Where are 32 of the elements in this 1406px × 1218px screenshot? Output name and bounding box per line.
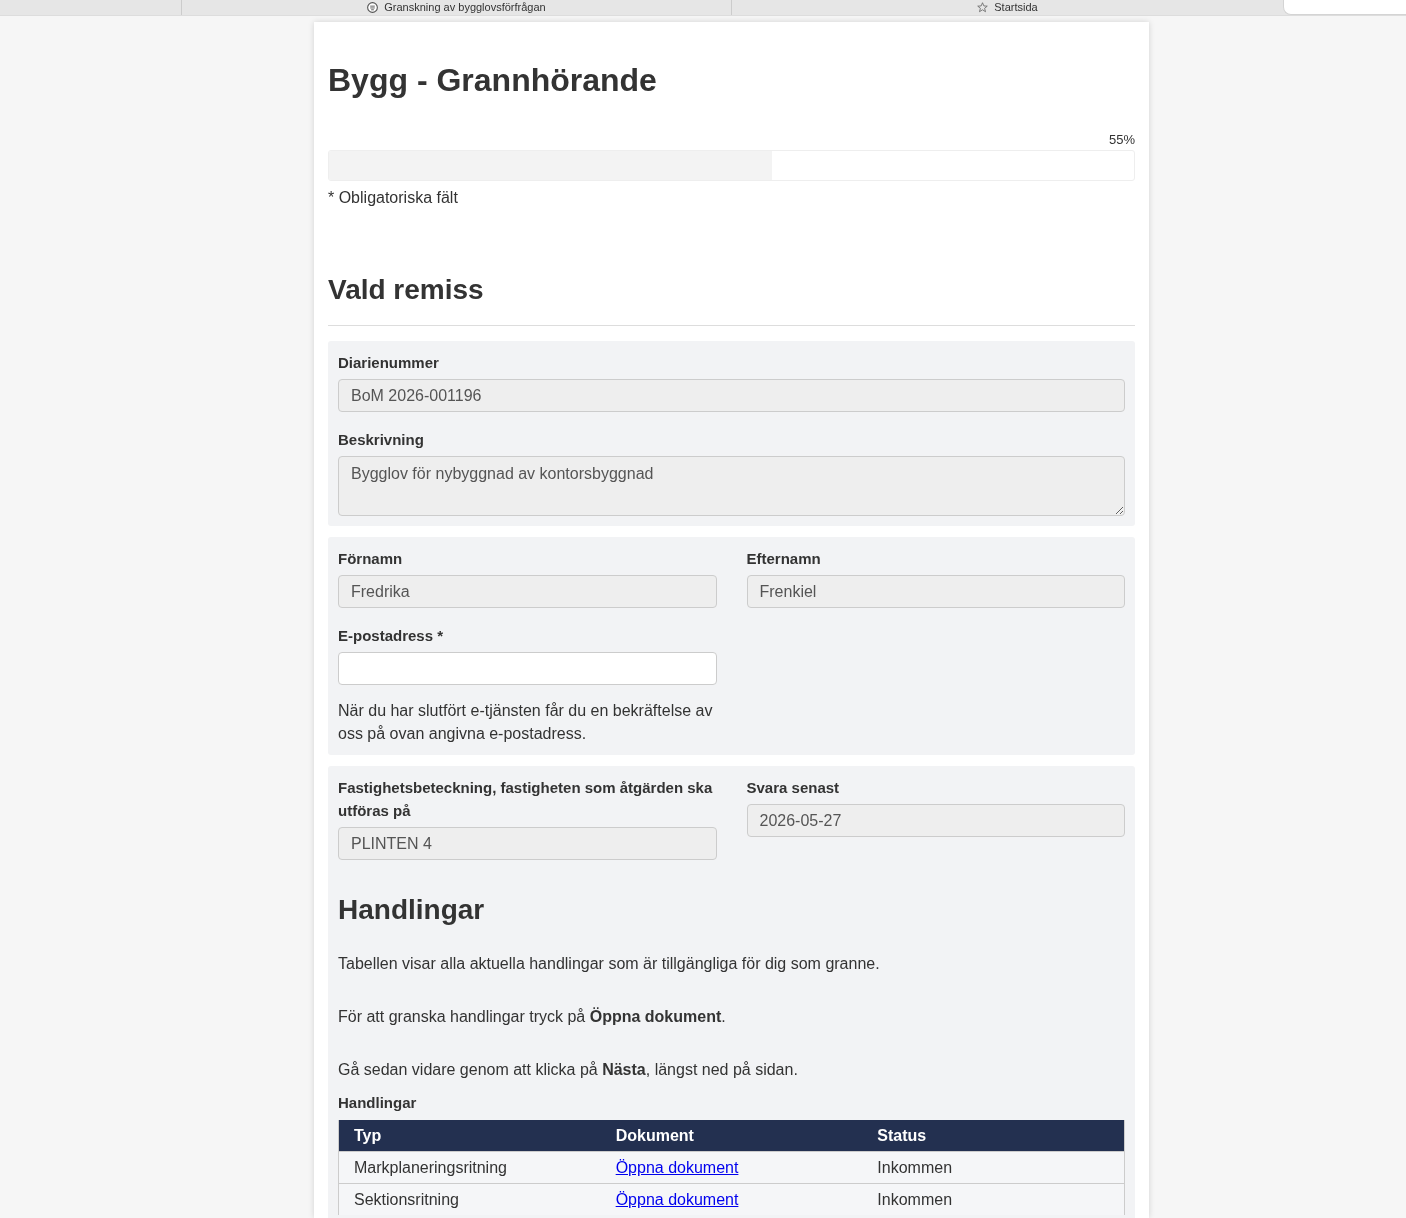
field-label: E-postadress * — [338, 626, 445, 646]
field-label: Svara senast — [746, 778, 841, 798]
info-paragraph: För att granska handlingar tryck på Öppna dokument. — [338, 1006, 727, 1027]
table-cell-text: Inkommen — [876, 1157, 954, 1178]
column-header: Typ — [353, 1125, 383, 1146]
section-title: Vald remiss — [328, 273, 485, 307]
document-link[interactable]: Öppna dokument — [615, 1155, 739, 1180]
browser-tab[interactable]: Granskning av bygglovsförfrågan — [181, 0, 731, 15]
field-label: Efternamn — [746, 549, 822, 569]
required-note: * Obligatoriska fält — [328, 188, 459, 208]
field-label: Fastighetsbeteckning, fastigheten som åtgärden ska utföras på — [338, 778, 714, 821]
table-cell-text: Markplaneringsritning — [353, 1157, 508, 1178]
browser-tab[interactable] — [1283, 0, 1406, 15]
text-field[interactable] — [338, 652, 717, 685]
table-cell-text: Sektionsritning — [353, 1189, 460, 1210]
field-help: När du har slutfört e-tjänsten får du en bekräftelse av oss på ovan angivna e-postadress. — [338, 701, 714, 744]
field-label: Förnamn — [338, 549, 404, 569]
page-title: Bygg - Grannhörande — [328, 61, 658, 100]
star-icon — [977, 2, 989, 13]
document-link[interactable]: Öppna dokument — [615, 1187, 739, 1212]
section-heading: Handlingar — [338, 893, 486, 927]
table-cell-text: Inkommen — [876, 1189, 954, 1210]
info-paragraph: Tabellen visar alla aktuella handlingar som är tillgängliga för dig som granne. — [338, 954, 881, 974]
column-header: Status — [876, 1125, 928, 1146]
table-caption: Handlingar — [338, 1093, 418, 1113]
progress-reading: 55% — [1107, 131, 1135, 149]
field-label: Beskrivning — [338, 430, 425, 450]
info-paragraph: Gå sedan vidare genom att klicka på Nästa, längst ned på sidan. — [338, 1060, 799, 1080]
field-label: Diarienummer — [338, 353, 440, 373]
site-icon — [367, 2, 379, 13]
column-header: Dokument — [614, 1125, 695, 1146]
browser-tab[interactable]: Startsida — [731, 0, 1283, 15]
